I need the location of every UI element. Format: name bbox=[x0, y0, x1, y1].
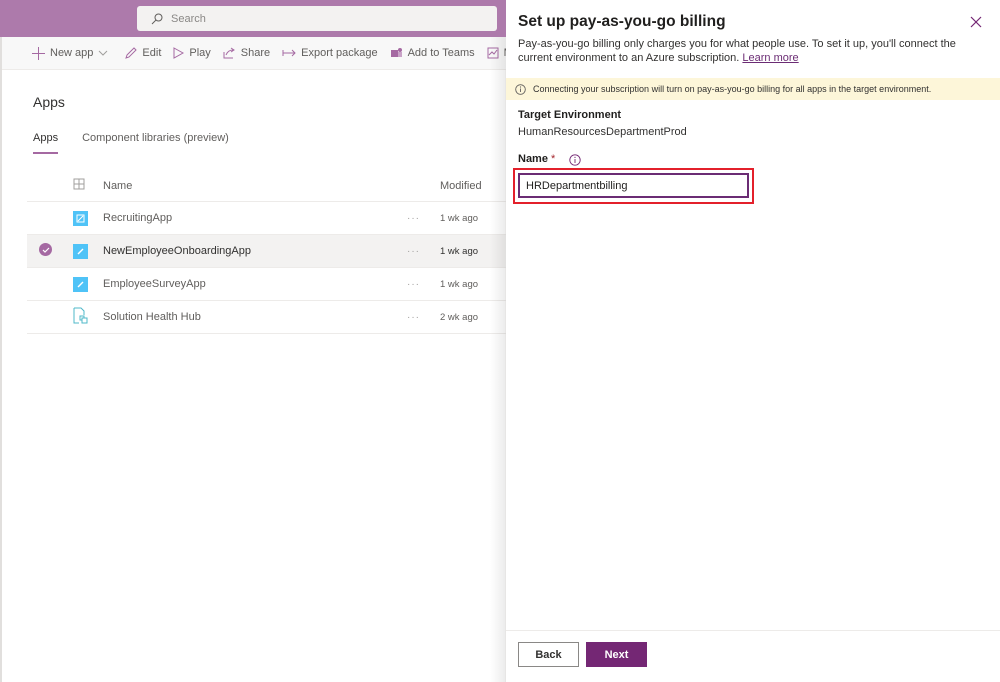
banner-text: Connecting your subscription will turn o… bbox=[533, 84, 932, 94]
new-app-button[interactable]: New app bbox=[32, 46, 113, 60]
apps-table: Name Modified RecruitingApp ··· 1 wk ago… bbox=[27, 170, 507, 334]
app-name[interactable]: NewEmployeeOnboardingApp bbox=[103, 245, 251, 257]
add-to-teams-label: Add to Teams bbox=[407, 47, 475, 59]
app-name[interactable]: RecruitingApp bbox=[103, 212, 172, 224]
close-button[interactable] bbox=[968, 14, 984, 30]
table-header: Name Modified bbox=[27, 170, 507, 202]
panel-description: Pay-as-you-go billing only charges you f… bbox=[518, 37, 988, 65]
canvas-app-icon bbox=[73, 210, 88, 226]
more-options-button[interactable]: ··· bbox=[407, 246, 420, 257]
new-app-label: New app bbox=[50, 47, 94, 59]
panel-title: Set up pay-as-you-go billing bbox=[518, 13, 726, 30]
learn-more-link[interactable]: Learn more bbox=[742, 52, 798, 64]
app-name[interactable]: EmployeeSurveyApp bbox=[103, 278, 206, 290]
description-text: Pay-as-you-go billing only charges you f… bbox=[518, 38, 956, 64]
teams-icon bbox=[390, 48, 402, 57]
target-environment-label: Target Environment bbox=[518, 109, 622, 121]
info-icon bbox=[515, 83, 526, 95]
search-box[interactable]: Search bbox=[137, 6, 497, 31]
file-type-icon[interactable] bbox=[73, 178, 85, 193]
name-label: Name * bbox=[518, 153, 555, 165]
name-input[interactable] bbox=[518, 173, 749, 198]
tab-apps[interactable]: Apps bbox=[33, 132, 59, 154]
play-icon bbox=[173, 47, 185, 59]
tab-list: Apps Component libraries (preview) bbox=[33, 132, 253, 154]
edit-label: Edit bbox=[142, 47, 162, 59]
add-to-teams-button[interactable]: Add to Teams bbox=[390, 47, 475, 59]
plus-icon bbox=[32, 46, 45, 60]
search-placeholder: Search bbox=[171, 12, 206, 25]
app-name[interactable]: Solution Health Hub bbox=[103, 311, 201, 323]
row-checkbox[interactable] bbox=[39, 243, 55, 259]
table-row[interactable]: RecruitingApp ··· 1 wk ago bbox=[27, 202, 507, 235]
search-icon bbox=[151, 13, 163, 24]
modified-date: 2 wk ago bbox=[440, 311, 479, 323]
canvas-app-icon bbox=[73, 243, 88, 259]
share-button[interactable]: Share bbox=[223, 47, 270, 59]
share-label: Share bbox=[240, 47, 271, 59]
back-button[interactable]: Back bbox=[518, 642, 579, 667]
main-content: Apps Apps Component libraries (preview) … bbox=[2, 70, 507, 682]
pencil-icon bbox=[125, 47, 138, 59]
table-row[interactable]: NewEmployeeOnboardingApp ··· 1 wk ago bbox=[27, 235, 507, 268]
panel-shadow bbox=[490, 37, 506, 682]
pay-as-you-go-panel: Set up pay-as-you-go billing Pay-as-you-… bbox=[506, 0, 1000, 682]
page-title: Apps bbox=[33, 94, 65, 110]
column-header-name[interactable]: Name bbox=[103, 180, 132, 192]
required-indicator: * bbox=[550, 153, 556, 165]
info-banner: Connecting your subscription will turn o… bbox=[506, 78, 1000, 100]
more-options-button[interactable]: ··· bbox=[407, 312, 420, 323]
edit-button[interactable]: Edit bbox=[125, 47, 161, 59]
tab-component-libraries[interactable]: Component libraries (preview) bbox=[82, 132, 229, 154]
table-row[interactable]: Solution Health Hub ··· 2 wk ago bbox=[27, 301, 507, 334]
next-button[interactable]: Next bbox=[586, 642, 647, 667]
footer-divider bbox=[506, 630, 1000, 631]
table-row[interactable]: EmployeeSurveyApp ··· 1 wk ago bbox=[27, 268, 507, 301]
model-app-icon bbox=[73, 307, 89, 327]
more-options-button[interactable]: ··· bbox=[407, 213, 420, 224]
close-icon bbox=[970, 16, 982, 28]
share-icon bbox=[223, 47, 235, 59]
modified-date: 1 wk ago bbox=[440, 278, 479, 290]
checkmark-icon bbox=[42, 247, 49, 253]
play-label: Play bbox=[189, 47, 211, 59]
target-environment-value: HumanResourcesDepartmentProd bbox=[518, 126, 687, 138]
canvas-app-icon bbox=[73, 276, 88, 292]
export-package-label: Export package bbox=[301, 47, 378, 59]
export-package-button[interactable]: Export package bbox=[282, 47, 378, 59]
modified-date: 1 wk ago bbox=[440, 245, 479, 257]
play-button[interactable]: Play bbox=[173, 47, 211, 59]
column-header-modified[interactable]: Modified bbox=[440, 180, 482, 192]
chevron-down-icon bbox=[99, 50, 108, 56]
modified-date: 1 wk ago bbox=[440, 212, 479, 224]
more-options-button[interactable]: ··· bbox=[407, 279, 420, 290]
export-icon bbox=[282, 49, 296, 57]
name-label-text: Name bbox=[518, 153, 548, 165]
